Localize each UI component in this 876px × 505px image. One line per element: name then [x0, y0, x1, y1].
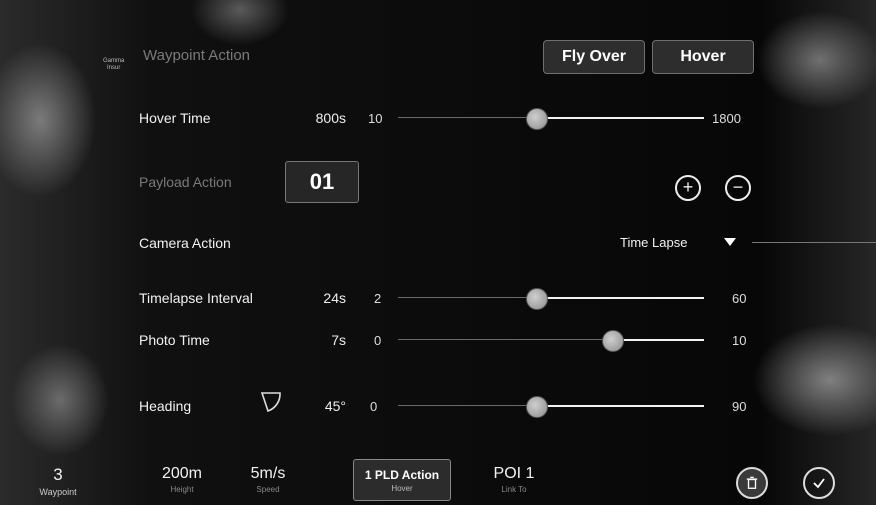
camera-action-value[interactable]: Time Lapse [620, 235, 687, 250]
photo-time-value: 7s [331, 332, 346, 348]
pld-action-button[interactable]: 1 PLD Action Hover [353, 459, 451, 501]
hover-time-min: 10 [368, 111, 383, 126]
slider-thumb[interactable] [525, 108, 548, 130]
slider-thumb[interactable] [525, 288, 548, 310]
payload-action-label: Payload Action [139, 174, 232, 190]
timelapse-interval-label: Timelapse Interval [139, 290, 253, 306]
panel-title: Waypoint Action [143, 47, 250, 64]
heading-slider[interactable] [398, 396, 704, 418]
heading-min: 0 [370, 399, 378, 414]
slider-fill [535, 297, 704, 299]
slider-fill [612, 339, 704, 341]
speed-setting[interactable]: 5m/s Speed [238, 465, 298, 494]
hover-button[interactable]: Hover [652, 40, 754, 74]
dropdown-divider [752, 242, 876, 243]
hover-time-max: 1800 [712, 111, 741, 126]
heading-value: 45° [324, 398, 346, 414]
timelapse-interval-slider[interactable] [398, 288, 704, 310]
photo-time-slider[interactable] [398, 330, 704, 352]
timelapse-interval-max: 60 [732, 291, 747, 306]
camera-action-label: Camera Action [139, 235, 231, 251]
timelapse-interval-value: 24s [323, 290, 346, 306]
waypoint-action-panel: Gamma Insur Waypoint Action Fly Over Hov… [0, 0, 876, 505]
delete-button[interactable] [736, 467, 768, 499]
heading-max: 90 [732, 399, 747, 414]
brand-logo: Gamma Insur [103, 58, 125, 71]
timelapse-interval-min: 2 [374, 291, 382, 306]
height-setting[interactable]: 200m Height [152, 465, 212, 494]
payload-index-box[interactable]: 01 [285, 161, 359, 203]
add-payload-button[interactable]: + [675, 175, 701, 201]
remove-payload-button[interactable]: − [725, 175, 751, 201]
check-icon [813, 478, 825, 489]
photo-time-label: Photo Time [139, 332, 210, 348]
fly-over-button[interactable]: Fly Over [543, 40, 645, 74]
trash-icon [746, 476, 758, 489]
hover-time-label: Hover Time [139, 110, 211, 126]
slider-thumb[interactable] [525, 396, 548, 418]
slider-thumb[interactable] [602, 330, 625, 352]
slider-fill [535, 117, 704, 119]
dropdown-arrow-icon[interactable] [724, 238, 736, 246]
photo-time-min: 0 [374, 333, 382, 348]
poi-setting[interactable]: POI 1 Link To [484, 465, 544, 494]
waypoint-count[interactable]: 3 Waypoint [38, 465, 78, 497]
slider-fill [535, 405, 704, 407]
hover-time-slider[interactable] [398, 108, 704, 130]
confirm-button[interactable] [803, 467, 835, 499]
hover-time-value: 800s [315, 110, 346, 126]
heading-label: Heading [139, 398, 192, 414]
photo-time-max: 10 [732, 333, 747, 348]
heading-angle-icon [260, 392, 281, 413]
